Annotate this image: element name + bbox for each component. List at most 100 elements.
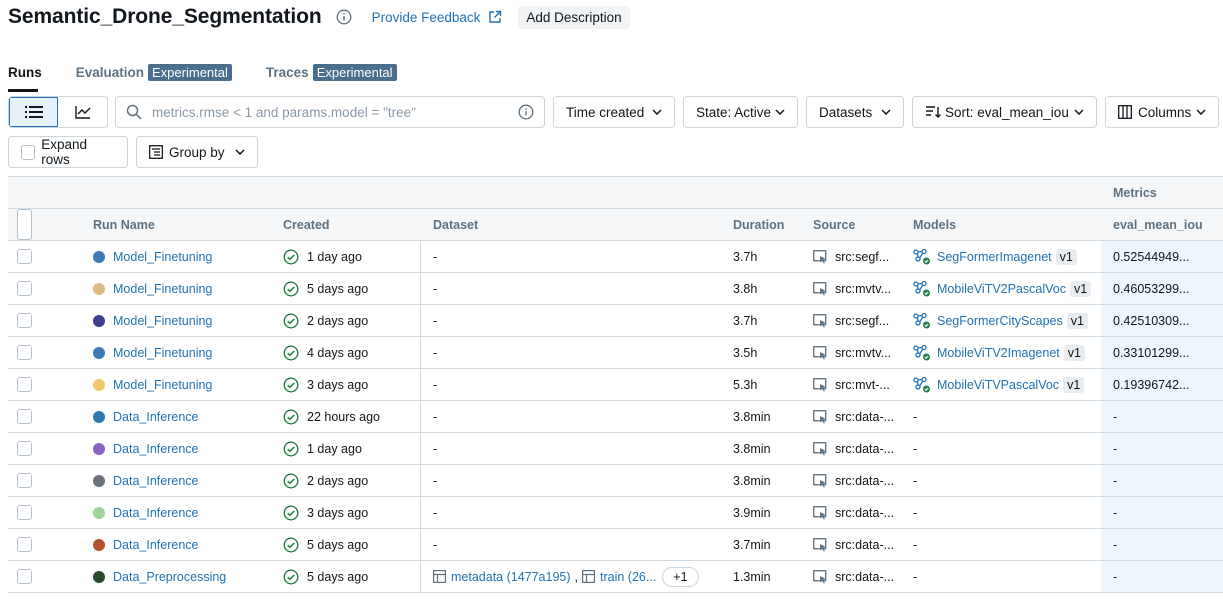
run-name-cell: Data_Inference bbox=[93, 401, 198, 432]
row-select-cell bbox=[17, 337, 32, 368]
column-divider bbox=[420, 273, 421, 304]
run-name-link[interactable]: Model_Finetuning bbox=[113, 282, 212, 296]
columns-dropdown[interactable]: Columns bbox=[1105, 96, 1219, 128]
source-cell: src:mvtv... bbox=[813, 337, 891, 368]
metric-column-bg bbox=[1101, 561, 1223, 592]
source-icon bbox=[813, 441, 829, 456]
expand-rows-checkbox[interactable] bbox=[21, 144, 36, 160]
metric-column-bg bbox=[1101, 433, 1223, 464]
column-header-source[interactable]: Source bbox=[813, 209, 855, 240]
run-name-link[interactable]: Data_Inference bbox=[113, 538, 198, 552]
source-value: src:mvtv... bbox=[835, 345, 892, 360]
tab-traces[interactable]: Traces Experimental bbox=[266, 62, 397, 82]
tab-runs[interactable]: Runs bbox=[8, 62, 42, 82]
run-name-link[interactable]: Data_Inference bbox=[113, 506, 198, 520]
source-icon bbox=[813, 473, 829, 488]
group-by-dropdown[interactable]: Group by bbox=[136, 136, 258, 168]
check-circle-icon bbox=[283, 472, 299, 489]
run-name-link[interactable]: Data_Inference bbox=[113, 442, 198, 456]
row-checkbox[interactable] bbox=[17, 249, 32, 264]
search-input[interactable] bbox=[150, 103, 518, 121]
check-circle-icon bbox=[283, 536, 299, 553]
column-header-run-name[interactable]: Run Name bbox=[93, 209, 155, 240]
models-cell: SegFormerCityScapes v1 bbox=[913, 305, 1088, 336]
column-header-created[interactable]: Created bbox=[283, 209, 330, 240]
row-checkbox[interactable] bbox=[17, 505, 32, 520]
row-checkbox[interactable] bbox=[17, 345, 32, 360]
row-checkbox[interactable] bbox=[17, 313, 32, 328]
registered-model-icon bbox=[913, 280, 931, 297]
tab-evaluation[interactable]: Evaluation Experimental bbox=[76, 62, 232, 82]
expand-rows-toggle[interactable]: Expand rows bbox=[8, 136, 128, 168]
run-name-link[interactable]: Model_Finetuning bbox=[113, 346, 212, 360]
model-link[interactable]: SegFormerImagenet bbox=[937, 250, 1052, 264]
column-header-eval-mean-iou[interactable]: eval_mean_iou bbox=[1113, 209, 1203, 240]
model-link[interactable]: MobileViTV2PascalVoc bbox=[937, 282, 1066, 296]
select-all-checkbox[interactable] bbox=[17, 209, 32, 240]
info-icon[interactable] bbox=[336, 9, 352, 25]
created-cell: 5 days ago bbox=[283, 561, 368, 592]
row-checkbox[interactable] bbox=[17, 537, 32, 552]
row-checkbox[interactable] bbox=[17, 441, 32, 456]
table-view-button[interactable] bbox=[9, 97, 59, 127]
run-name-link[interactable]: Model_Finetuning bbox=[113, 250, 212, 264]
run-name-link[interactable]: Data_Inference bbox=[113, 474, 198, 488]
created-cell: 1 day ago bbox=[283, 433, 362, 464]
source-icon bbox=[813, 569, 829, 584]
model-link[interactable]: MobileViTV2Imagenet bbox=[937, 346, 1060, 360]
page-title: Semantic_Drone_Segmentation bbox=[8, 5, 322, 28]
duration-cell: 3.8min bbox=[733, 409, 771, 424]
created-cell: 5 days ago bbox=[283, 273, 368, 304]
model-link[interactable]: SegFormerCityScapes bbox=[937, 314, 1063, 328]
row-checkbox[interactable] bbox=[17, 281, 32, 296]
add-description-button[interactable]: Add Description bbox=[518, 5, 630, 29]
row-checkbox[interactable] bbox=[17, 377, 32, 392]
metric-cell: 0.42510309... bbox=[1113, 313, 1190, 328]
created-cell: 5 days ago bbox=[283, 529, 368, 560]
created-value: 22 hours ago bbox=[307, 409, 380, 424]
model-link[interactable]: MobileViTVPascalVoc bbox=[937, 378, 1059, 392]
source-cell: src:data-... bbox=[813, 497, 894, 528]
source-cell: src:data-... bbox=[813, 401, 894, 432]
row-checkbox[interactable] bbox=[17, 473, 32, 488]
chart-view-button[interactable] bbox=[58, 97, 107, 127]
column-header-duration[interactable]: Duration bbox=[733, 209, 784, 240]
columns-icon bbox=[1118, 105, 1132, 119]
source-cell: src:data-... bbox=[813, 561, 894, 592]
row-checkbox[interactable] bbox=[17, 409, 32, 424]
dataset-link[interactable]: metadata (1477a195) bbox=[451, 570, 571, 584]
created-value: 2 days ago bbox=[307, 473, 369, 488]
model-version-badge: v1 bbox=[1063, 344, 1085, 361]
metric-cell: - bbox=[1113, 441, 1118, 456]
column-header-dataset[interactable]: Dataset bbox=[433, 209, 478, 240]
row-checkbox[interactable] bbox=[17, 569, 32, 584]
row-select-cell bbox=[17, 561, 32, 592]
column-header-models[interactable]: Models bbox=[913, 209, 956, 240]
run-name-link[interactable]: Model_Finetuning bbox=[113, 314, 212, 328]
search-help-icon[interactable] bbox=[518, 104, 534, 120]
models-cell: MobileViTV2Imagenet v1 bbox=[913, 337, 1085, 368]
group-by-label: Group by bbox=[169, 144, 225, 160]
time-created-dropdown[interactable]: Time created bbox=[553, 96, 675, 128]
dataset-link[interactable]: train (26... bbox=[600, 570, 656, 584]
created-cell: 1 day ago bbox=[283, 241, 362, 272]
source-cell: src:data-... bbox=[813, 433, 894, 464]
state-dropdown[interactable]: State: Active bbox=[683, 96, 798, 128]
sort-dropdown[interactable]: Sort: eval_mean_iou bbox=[912, 96, 1097, 128]
duration-cell: 3.5h bbox=[733, 345, 758, 360]
duration-cell: 3.7h bbox=[733, 249, 758, 264]
column-divider bbox=[420, 241, 421, 272]
experimental-badge: Experimental bbox=[148, 63, 232, 81]
run-name-link[interactable]: Data_Preprocessing bbox=[113, 570, 226, 584]
datasets-dropdown[interactable]: Datasets bbox=[806, 96, 904, 128]
provide-feedback-link[interactable]: Provide Feedback bbox=[372, 10, 503, 25]
table-row: Model_Finetuning 1 day ago - 3.7h src:segf..… bbox=[8, 241, 1223, 273]
table-header-row: Run Name Created Dataset Duration Source… bbox=[8, 209, 1223, 241]
dataset-value: - bbox=[433, 505, 438, 520]
model-value: - bbox=[913, 537, 918, 552]
run-name-link[interactable]: Model_Finetuning bbox=[113, 378, 212, 392]
run-color-dot bbox=[93, 570, 105, 583]
metric-cell: - bbox=[1113, 569, 1118, 584]
more-datasets-button[interactable]: +1 bbox=[662, 566, 699, 587]
run-name-link[interactable]: Data_Inference bbox=[113, 410, 198, 424]
